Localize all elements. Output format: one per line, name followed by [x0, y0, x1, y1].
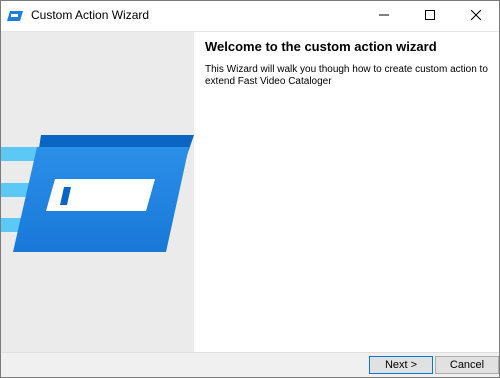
maximize-icon — [425, 9, 435, 23]
close-button[interactable] — [453, 1, 499, 31]
wizard-window: Custom Action Wizard Welcome to the cust… — [0, 0, 500, 378]
next-button[interactable]: Next > — [369, 356, 433, 374]
maximize-button[interactable] — [407, 1, 453, 31]
content-pane: Welcome to the custom action wizard This… — [194, 32, 499, 352]
close-icon — [470, 9, 482, 23]
wizard-app-icon — [7, 9, 23, 23]
title-bar[interactable]: Custom Action Wizard — [1, 1, 499, 32]
page-description: This Wizard will walk you though how to … — [205, 64, 488, 87]
side-panel — [1, 32, 194, 352]
page-title: Welcome to the custom action wizard — [205, 39, 437, 54]
minimize-button[interactable] — [361, 1, 407, 31]
button-bar: Next > Cancel — [1, 352, 499, 377]
wizard-illustration — [1, 127, 194, 287]
minimize-icon — [379, 9, 389, 23]
cancel-button[interactable]: Cancel — [435, 356, 499, 374]
window-title: Custom Action Wizard — [31, 8, 150, 22]
